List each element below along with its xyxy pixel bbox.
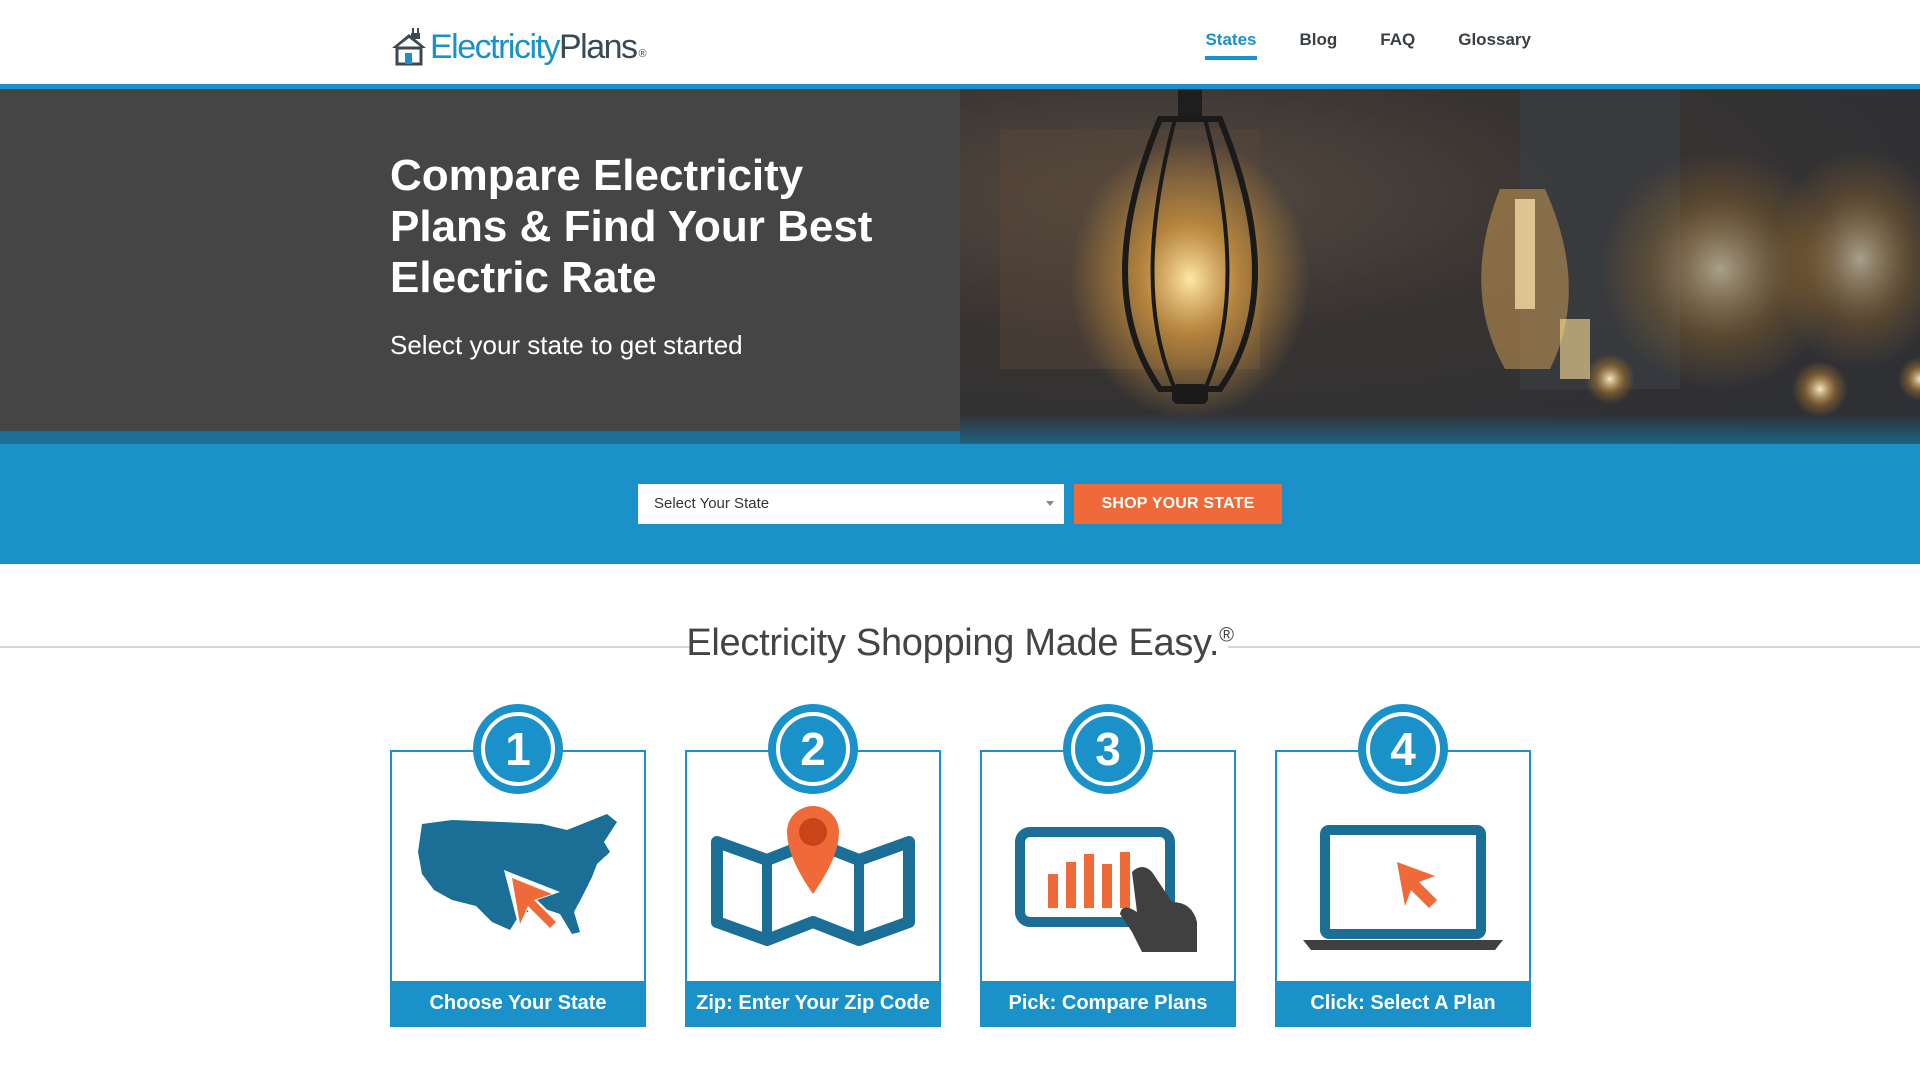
hero-lightbulb-image [960, 89, 1920, 444]
hero-bottom-stripe [0, 431, 960, 444]
chevron-down-icon [1046, 501, 1054, 506]
step-number: 2 [800, 723, 826, 775]
step-number-badge: 3 [1063, 704, 1153, 794]
step-number-badge: 1 [473, 704, 563, 794]
step-number-badge: 4 [1358, 704, 1448, 794]
nav-item-glossary[interactable]: Glossary [1458, 30, 1531, 60]
section-title: Electricity Shopping Made Easy.® [0, 622, 1920, 665]
house-plug-icon [392, 28, 426, 66]
tablet-chart-hand-icon [1015, 827, 1197, 952]
map-pin-icon [711, 806, 915, 946]
logo-part-electricity: Electricity [430, 28, 560, 66]
step-number: 1 [505, 723, 531, 775]
logo-wordmark: ElectricityPlans [430, 28, 638, 66]
step-number-badge: 2 [768, 704, 858, 794]
site-logo[interactable]: ElectricityPlans ® [390, 16, 647, 66]
nav-item-blog[interactable]: Blog [1300, 30, 1338, 60]
laptop-cursor-icon [1303, 825, 1503, 950]
step-number: 3 [1095, 723, 1121, 775]
logo-registered-mark: ® [638, 48, 647, 60]
logo-part-plans: Plans [558, 28, 638, 66]
nav-item-faq[interactable]: FAQ [1380, 30, 1415, 60]
step-caption: Pick: Compare Plans [982, 981, 1234, 1025]
hero-title: Compare Electricity Plans & Find Your Be… [390, 151, 873, 302]
registered-mark: ® [1219, 624, 1234, 647]
site-header: ElectricityPlans ® States Blog FAQ Gloss… [0, 0, 1920, 84]
lightbulb-photo-illustration [960, 89, 1920, 444]
state-select-value: Select Your State [654, 495, 770, 512]
step-caption: Zip: Enter Your Zip Code [687, 981, 939, 1025]
step-caption: Click: Select A Plan [1277, 981, 1529, 1025]
hero-subtitle: Select your state to get started [390, 330, 743, 360]
state-select-dropdown[interactable]: Select Your State [638, 484, 1064, 524]
shop-your-state-button[interactable]: SHOP YOUR STATE [1074, 484, 1282, 524]
section-title-text: Electricity Shopping Made Easy. [686, 622, 1220, 664]
step-caption: Choose Your State [392, 981, 644, 1025]
step-number: 4 [1390, 723, 1416, 775]
nav-item-states[interactable]: States [1205, 30, 1257, 60]
us-map-cursor-icon [418, 814, 617, 934]
main-nav: States Blog FAQ Glossary [1205, 30, 1531, 60]
